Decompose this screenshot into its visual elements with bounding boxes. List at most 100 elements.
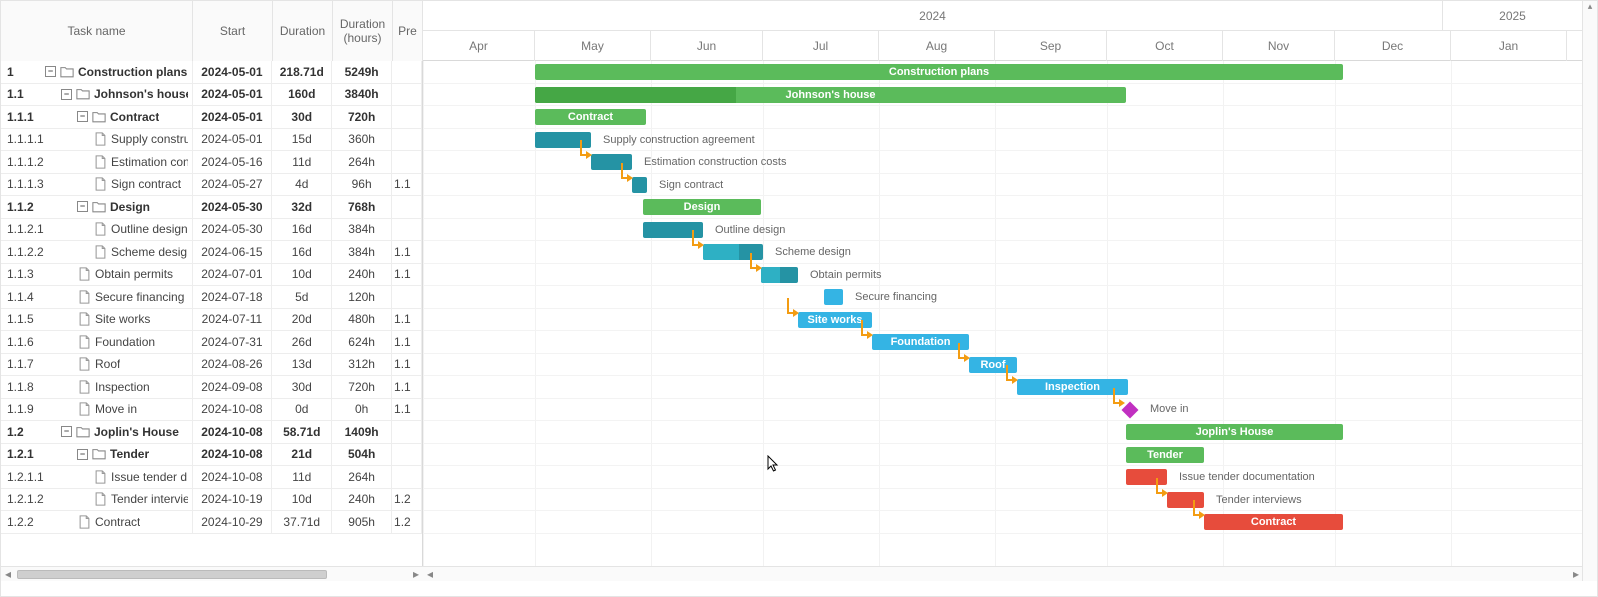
gantt-body[interactable]: Construction plans Johnson's house Contrac… <box>423 61 1583 534</box>
duration-cell: 37.71d <box>272 511 332 533</box>
task-row[interactable]: 1.1.4Secure financing2024-07-185d120h <box>1 286 422 309</box>
col-header-predecessors[interactable]: Pre <box>393 1 423 61</box>
col-header-start[interactable]: Start <box>193 1 273 61</box>
gantt-bar[interactable]: Sign contract <box>632 177 647 193</box>
collapse-toggle[interactable]: − <box>45 66 56 77</box>
grid-hscroll[interactable]: ◂ ▸ <box>1 566 423 581</box>
gantt-bar[interactable]: Contract <box>1204 514 1343 530</box>
file-icon <box>77 357 91 371</box>
gantt-hscroll[interactable]: ◂ ▸ <box>423 566 1583 581</box>
gantt-bar[interactable]: Design <box>643 199 761 215</box>
start-cell: 2024-07-31 <box>193 331 273 353</box>
gantt-row[interactable]: Secure financing <box>423 286 1583 309</box>
task-row[interactable]: 1.1.1.1Supply constru2024-05-0115d360h <box>1 129 422 152</box>
duration-hours-cell: 1409h <box>332 421 392 443</box>
task-row[interactable]: 1.1.5Site works2024-07-1120d480h1.1 <box>1 309 422 332</box>
dependency-arrow <box>620 163 634 185</box>
task-row[interactable]: 1.2.1−Tender2024-10-0821d504h <box>1 444 422 467</box>
col-header-duration-hours[interactable]: Duration (hours) <box>333 1 393 61</box>
col-header-taskname[interactable]: Task name <box>1 1 193 61</box>
scroll-right-icon[interactable]: ▸ <box>1569 567 1583 581</box>
gantt-row[interactable]: Joplin's House <box>423 421 1583 444</box>
vscroll[interactable]: ▴ <box>1582 1 1597 581</box>
gantt-row[interactable]: Inspection <box>423 376 1583 399</box>
task-row[interactable]: 1.2−Joplin's House2024-10-0858.71d1409h <box>1 421 422 444</box>
task-name-label: Tender intervie <box>111 492 188 506</box>
duration-cell: 30d <box>272 106 332 128</box>
task-row[interactable]: 1.1.2.2Scheme desig2024-06-1516d384h1.1 <box>1 241 422 264</box>
task-row[interactable]: 1.1.1−Contract2024-05-0130d720h <box>1 106 422 129</box>
task-row[interactable]: 1.1.2.1Outline design2024-05-3016d384h <box>1 219 422 242</box>
start-cell: 2024-07-18 <box>193 286 273 308</box>
timeline-year: 2025 <box>1443 1 1583 31</box>
gantt-row[interactable]: Obtain permits <box>423 264 1583 287</box>
collapse-toggle[interactable]: − <box>77 449 88 460</box>
gantt-bar[interactable]: Obtain permits <box>761 267 798 283</box>
gantt-row[interactable]: Move in <box>423 399 1583 422</box>
task-row[interactable]: 1.2.2Contract2024-10-2937.71d905h1.2 <box>1 511 422 534</box>
collapse-toggle[interactable]: − <box>77 111 88 122</box>
task-row[interactable]: 1.1.1.2Estimation con2024-05-1611d264h <box>1 151 422 174</box>
gantt-bar[interactable]: Tender <box>1126 447 1204 463</box>
timeline-month: Sep <box>995 31 1107 61</box>
gantt-row[interactable]: Sign contract <box>423 174 1583 197</box>
gantt-bar[interactable]: Construction plans <box>535 64 1343 80</box>
timeline-month: Jun <box>651 31 763 61</box>
gantt-bar[interactable]: Joplin's House <box>1126 424 1343 440</box>
gantt-row[interactable]: Tender <box>423 444 1583 467</box>
task-row[interactable]: 1.2.1.1Issue tender d2024-10-0811d264h <box>1 466 422 489</box>
gantt-row[interactable]: Site works <box>423 309 1583 332</box>
task-row[interactable]: 1.2.1.2Tender intervie2024-10-1910d240h1… <box>1 489 422 512</box>
gantt-row[interactable]: Tender interviews <box>423 489 1583 512</box>
gantt-row[interactable]: Scheme design <box>423 241 1583 264</box>
collapse-toggle[interactable]: − <box>77 201 88 212</box>
folder-icon <box>92 200 106 214</box>
timeline-year: 2024 <box>423 1 1443 31</box>
scroll-left-icon[interactable]: ◂ <box>1 567 15 581</box>
scroll-up-icon[interactable]: ▴ <box>1583 1 1597 15</box>
duration-cell: 16d <box>272 241 332 263</box>
dependency-arrow <box>749 253 763 275</box>
task-name-label: Joplin's House <box>94 425 179 439</box>
gantt-row[interactable]: Foundation <box>423 331 1583 354</box>
gantt-row[interactable]: Design <box>423 196 1583 219</box>
gantt-bar[interactable]: Foundation <box>872 334 969 350</box>
scroll-right-icon[interactable]: ▸ <box>409 567 423 581</box>
duration-hours-cell: 480h <box>332 309 392 331</box>
col-header-duration[interactable]: Duration <box>273 1 333 61</box>
task-row[interactable]: 1.1.9Move in2024-10-080d0h1.1 <box>1 399 422 422</box>
gantt-row[interactable]: Contract <box>423 106 1583 129</box>
task-row[interactable]: 1.1.6Foundation2024-07-3126d624h1.1 <box>1 331 422 354</box>
gantt-row[interactable]: Contract <box>423 511 1583 534</box>
start-cell: 2024-08-26 <box>193 354 273 376</box>
gantt-row[interactable]: Roof <box>423 354 1583 377</box>
task-row[interactable]: 1−Construction plans2024-05-01218.71d524… <box>1 61 422 84</box>
gantt-row[interactable]: Supply construction agreement <box>423 129 1583 152</box>
gantt-row[interactable]: Construction plans <box>423 61 1583 84</box>
gantt-bar[interactable]: Contract <box>535 109 646 125</box>
duration-hours-cell: 120h <box>332 286 392 308</box>
duration-hours-cell: 312h <box>332 354 392 376</box>
bar-label: Obtain permits <box>810 269 882 281</box>
task-row[interactable]: 1.1−Johnson's house2024-05-01160d3840h <box>1 84 422 107</box>
gantt-bar[interactable]: Secure financing <box>824 289 843 305</box>
task-row[interactable]: 1.1.2−Design2024-05-3032d768h <box>1 196 422 219</box>
collapse-toggle[interactable]: − <box>61 89 72 100</box>
task-row[interactable]: 1.1.7Roof2024-08-2613d312h1.1 <box>1 354 422 377</box>
task-row[interactable]: 1.1.3Obtain permits2024-07-0110d240h1.1 <box>1 264 422 287</box>
gantt-row[interactable]: Issue tender documentation <box>423 466 1583 489</box>
collapse-toggle[interactable]: − <box>61 426 72 437</box>
predecessor-cell <box>392 129 422 151</box>
gantt-row[interactable]: Estimation construction costs <box>423 151 1583 174</box>
task-row[interactable]: 1.1.1.3Sign contract2024-05-274d96h1.1 <box>1 174 422 197</box>
bar-label: Scheme design <box>775 246 851 258</box>
scroll-thumb[interactable] <box>17 570 327 579</box>
duration-cell: 10d <box>272 489 332 511</box>
gantt-bar[interactable]: Johnson's house <box>535 87 1126 103</box>
timeline-month: Apr <box>423 31 535 61</box>
scroll-left-icon[interactable]: ◂ <box>423 567 437 581</box>
folder-icon <box>92 110 106 124</box>
task-row[interactable]: 1.1.8Inspection2024-09-0830d720h1.1 <box>1 376 422 399</box>
gantt-row[interactable]: Outline design <box>423 219 1583 242</box>
gantt-row[interactable]: Johnson's house <box>423 84 1583 107</box>
